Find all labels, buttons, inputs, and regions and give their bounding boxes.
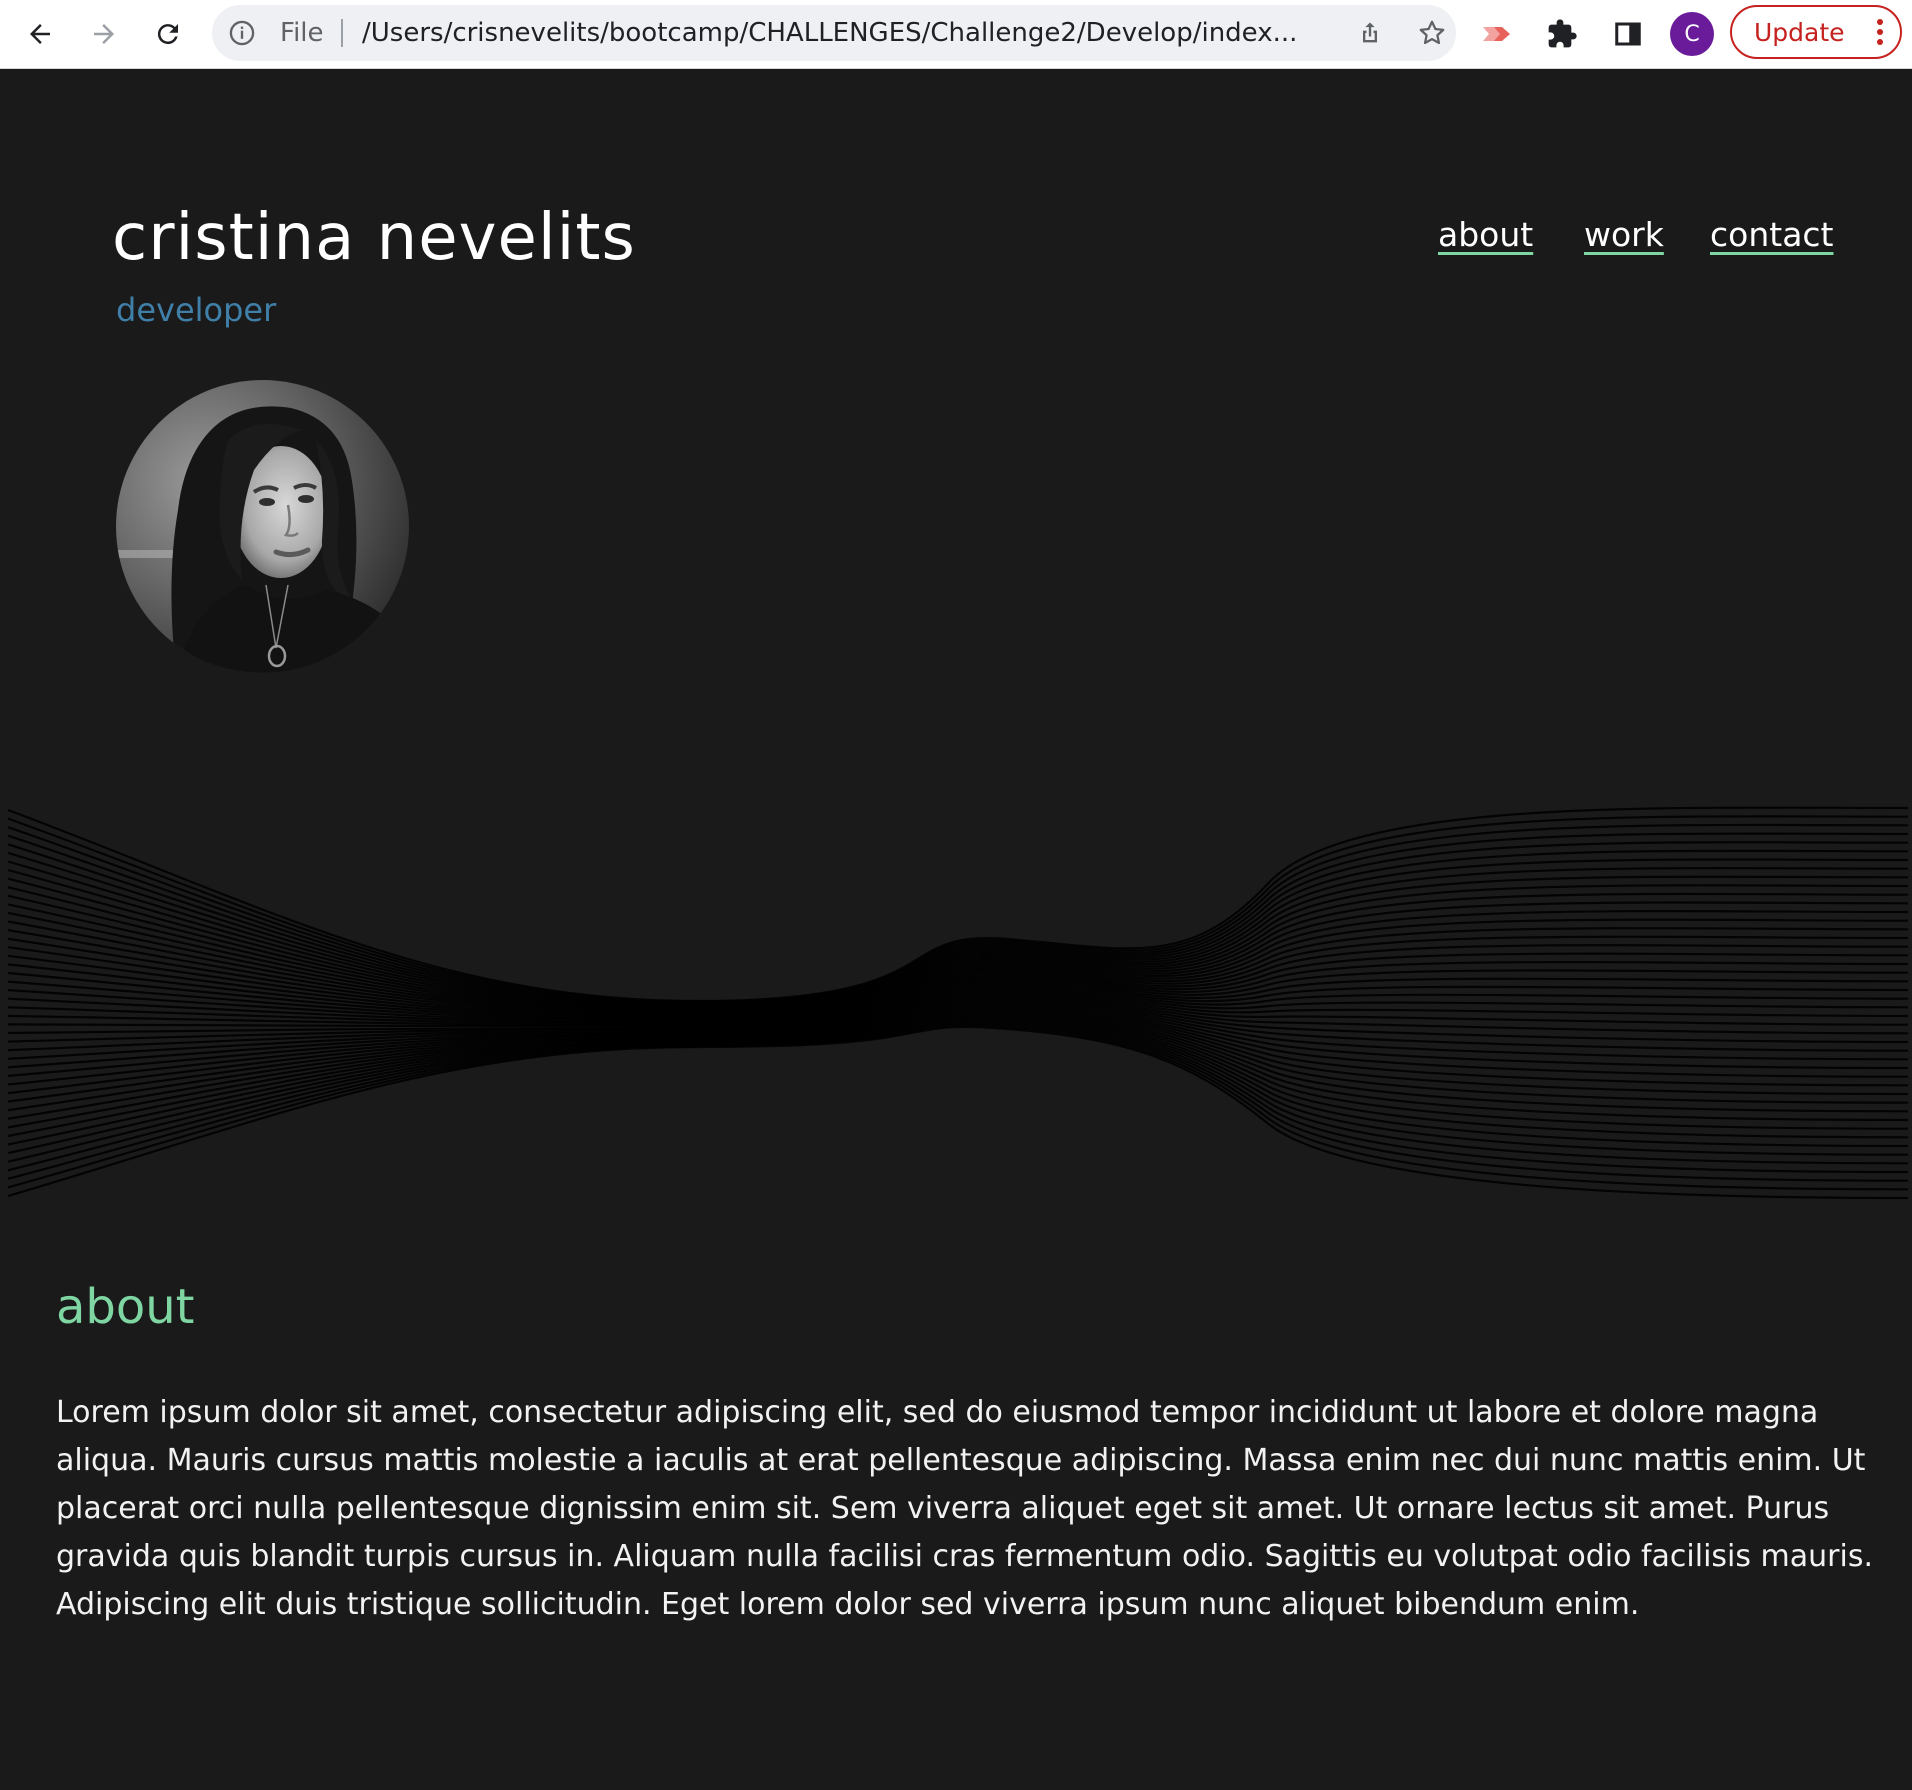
- line-wave-graphic: [8, 806, 1908, 1200]
- about-paragraph: Lorem ipsum dolor sit amet, consectetur …: [56, 1395, 1874, 1622]
- star-icon[interactable]: [1416, 17, 1448, 49]
- update-button[interactable]: Update: [1730, 5, 1902, 59]
- site-role: developer: [116, 291, 277, 329]
- sidebar-icon[interactable]: [1606, 12, 1650, 56]
- about-heading: about: [56, 1279, 195, 1335]
- nav-link-about[interactable]: about: [1438, 215, 1533, 254]
- file-scheme-label: File: [280, 18, 324, 48]
- reload-icon[interactable]: [144, 10, 192, 58]
- address-divider: [341, 19, 343, 47]
- portfolio-page: cristina nevelits developer about work c…: [0, 69, 1912, 1790]
- back-arrow-icon[interactable]: [16, 10, 64, 58]
- nav-link-work[interactable]: work: [1584, 215, 1664, 254]
- puzzle-icon[interactable]: [1540, 12, 1584, 56]
- site-name: cristina nevelits: [112, 201, 636, 275]
- forward-arrow-icon[interactable]: [80, 10, 128, 58]
- extension-arrow-icon[interactable]: [1476, 12, 1520, 56]
- nav-link-contact[interactable]: contact: [1710, 215, 1834, 254]
- profile-photo: [116, 380, 409, 673]
- share-icon[interactable]: [1354, 17, 1386, 49]
- wave-line: [8, 1025, 1908, 1200]
- profile-avatar[interactable]: C: [1670, 12, 1714, 56]
- more-vert-icon[interactable]: [1876, 17, 1884, 47]
- browser-toolbar: File /Users/crisnevelits/bootcamp/CHALLE…: [0, 0, 1912, 69]
- info-icon[interactable]: [228, 19, 256, 47]
- address-bar[interactable]: File /Users/crisnevelits/bootcamp/CHALLE…: [212, 5, 1456, 61]
- update-label: Update: [1754, 18, 1845, 47]
